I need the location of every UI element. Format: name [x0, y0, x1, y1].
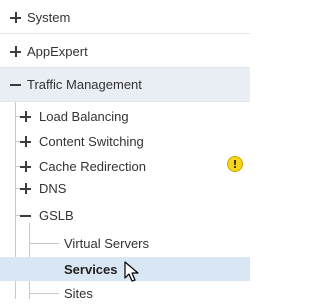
tree-item-content-switching[interactable]: Content Switching	[0, 129, 250, 154]
tree-item-virtual-servers[interactable]: Virtual Servers	[0, 231, 250, 255]
navigation-tree: System AppExpert Traffic Management Load…	[0, 0, 250, 301]
tree-item-appexpert[interactable]: AppExpert	[0, 35, 250, 68]
tree-item-label: Load Balancing	[39, 109, 129, 124]
tree-item-load-balancing[interactable]: Load Balancing	[0, 104, 250, 129]
plus-icon[interactable]	[10, 12, 21, 23]
plus-icon[interactable]	[20, 111, 31, 122]
tree-item-traffic-management[interactable]: Traffic Management	[0, 68, 250, 102]
tree-item-system[interactable]: System	[0, 2, 250, 34]
tree-item-sites[interactable]: Sites	[0, 281, 250, 305]
tree-item-label: Sites	[64, 285, 93, 301]
tree-item-dns[interactable]: DNS	[0, 176, 250, 201]
plus-icon[interactable]	[10, 45, 21, 57]
tree-item-label: Services	[64, 261, 118, 277]
tree-item-label: Traffic Management	[27, 77, 142, 92]
tree-item-label: System	[27, 10, 71, 25]
tree-item-label: Virtual Servers	[64, 235, 150, 251]
tree-item-label: Content Switching	[39, 134, 144, 149]
tree-item-label: GSLB	[39, 208, 74, 223]
plus-icon[interactable]	[20, 183, 31, 194]
plus-icon[interactable]	[20, 161, 31, 172]
tree-item-services[interactable]: Services	[0, 257, 250, 281]
minus-icon[interactable]	[10, 79, 21, 90]
plus-icon[interactable]	[20, 136, 31, 147]
warning-icon[interactable]: !	[227, 156, 243, 172]
tree-item-label: Cache Redirection	[39, 159, 146, 174]
minus-icon[interactable]	[20, 210, 31, 221]
tree-item-gslb[interactable]: GSLB	[0, 203, 250, 228]
tree-item-label: AppExpert	[27, 43, 88, 59]
tree-item-label: DNS	[39, 181, 67, 196]
